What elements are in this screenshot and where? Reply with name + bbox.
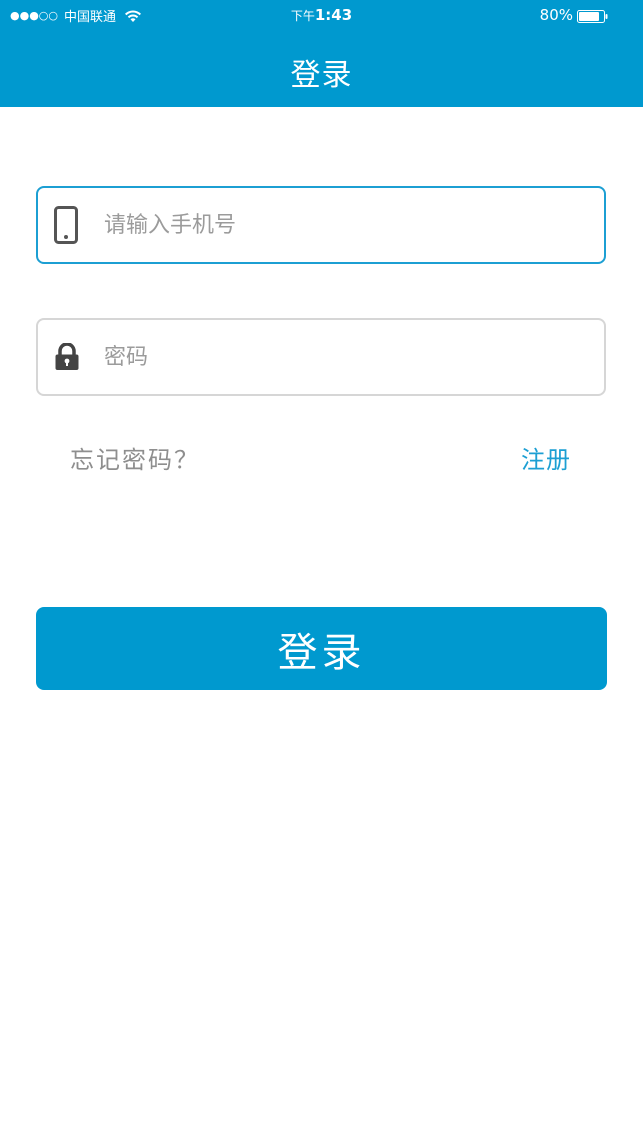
phone-icon	[54, 206, 78, 244]
register-link[interactable]: 注册	[521, 440, 571, 475]
password-field[interactable]	[36, 318, 606, 396]
page-title: 登录	[290, 58, 353, 93]
password-input[interactable]	[104, 320, 584, 394]
battery-percent: 80%	[539, 6, 573, 24]
time-prefix: 下午	[290, 9, 315, 23]
forgot-password-link[interactable]: 忘记密码？	[70, 440, 200, 475]
login-button[interactable]: 登录	[36, 607, 607, 690]
lock-icon	[54, 343, 80, 371]
phone-field[interactable]	[36, 186, 606, 264]
login-screen: ●●●○○ 中国联通 下午1:43 80% 登录 请输入手机号 忘记密码？ 注册…	[0, 0, 643, 1141]
battery-icon	[577, 9, 609, 23]
time-value: 1:43	[314, 6, 353, 24]
status-bar: ●●●○○ 中国联通 下午1:43 80%	[0, 0, 643, 32]
header: ●●●○○ 中国联通 下午1:43 80% 登录	[0, 0, 643, 107]
status-right: 80%	[540, 6, 609, 24]
phone-input[interactable]	[104, 188, 584, 262]
